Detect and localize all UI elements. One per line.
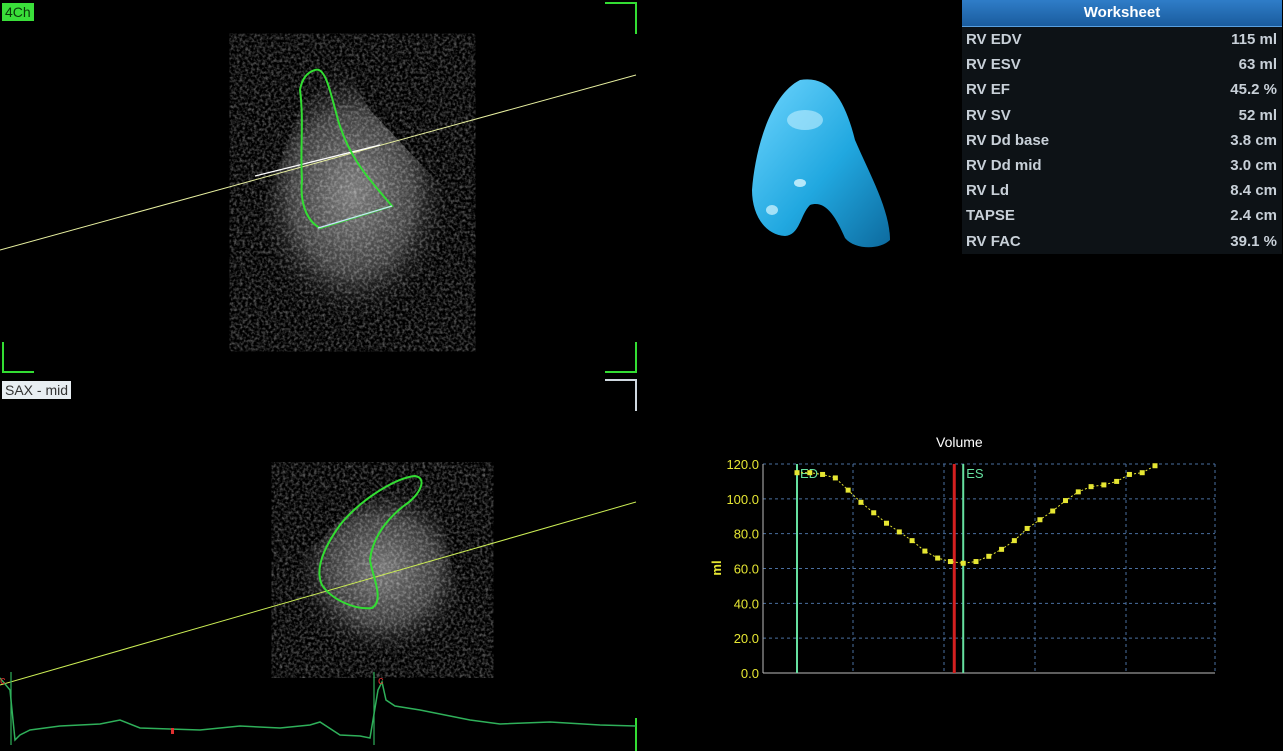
data-point[interactable] [820, 471, 826, 477]
data-point[interactable] [845, 487, 851, 493]
data-point[interactable] [973, 559, 979, 565]
data-point[interactable] [1024, 525, 1030, 531]
y-tick-label: 100.0 [726, 492, 759, 507]
data-point[interactable] [794, 470, 800, 476]
data-point[interactable] [1050, 508, 1056, 514]
data-point[interactable] [947, 559, 953, 565]
data-point[interactable] [1075, 489, 1081, 495]
data-point[interactable] [832, 475, 838, 481]
data-point[interactable] [1063, 498, 1068, 504]
data-point[interactable] [922, 548, 928, 554]
data-point[interactable] [871, 510, 877, 516]
data-point[interactable] [1101, 482, 1107, 488]
y-tick-label: 80.0 [734, 527, 759, 542]
y-tick-label: 60.0 [734, 562, 759, 577]
y-tick-label: 120.0 [726, 457, 759, 472]
data-point[interactable] [999, 546, 1005, 552]
volume-chart[interactable]: 0.020.040.060.080.0100.0120.0mlEDES [0, 0, 1283, 751]
data-point[interactable] [1139, 470, 1145, 476]
data-point[interactable] [1088, 484, 1094, 490]
data-point[interactable] [986, 553, 992, 559]
y-tick-label: 40.0 [734, 596, 759, 611]
y-tick-label: 0.0 [741, 666, 759, 681]
data-point[interactable] [960, 560, 966, 566]
data-point[interactable] [858, 499, 864, 505]
data-point[interactable] [909, 538, 915, 544]
y-tick-label: 20.0 [734, 631, 759, 646]
marker-label-es: ES [966, 466, 984, 481]
data-point[interactable] [1114, 478, 1120, 484]
data-point[interactable] [1126, 471, 1132, 477]
data-point[interactable] [1037, 517, 1043, 523]
data-point[interactable] [896, 529, 902, 535]
data-point[interactable] [1152, 463, 1158, 469]
y-axis-label: ml [709, 560, 724, 575]
data-point[interactable] [1011, 538, 1017, 544]
data-point[interactable] [935, 555, 941, 561]
data-point[interactable] [807, 470, 813, 476]
data-point[interactable] [884, 520, 889, 526]
